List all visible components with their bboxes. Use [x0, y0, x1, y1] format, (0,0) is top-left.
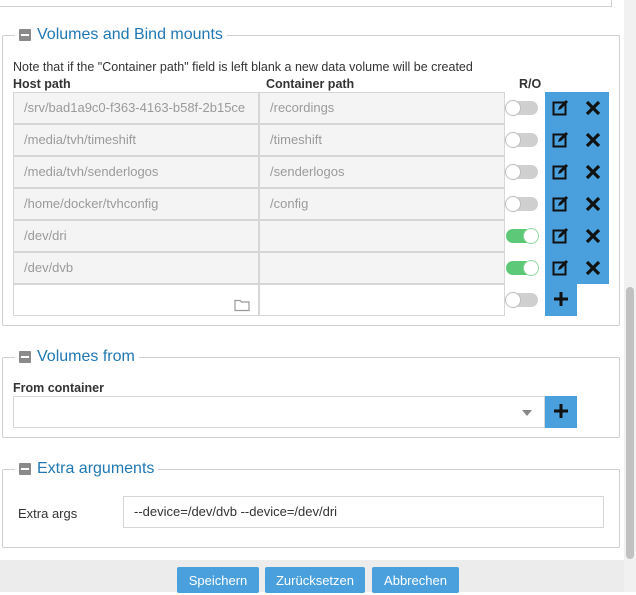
host-path-field[interactable]: /dev/dvb [13, 252, 259, 284]
host-path-field[interactable]: /home/docker/tvhconfig [13, 188, 259, 220]
edit-volume-button[interactable] [545, 220, 577, 252]
ro-toggle[interactable] [505, 164, 538, 180]
scrollbar[interactable] [624, 0, 636, 592]
reset-button[interactable]: Zurücksetzen [265, 567, 365, 593]
delete-volume-button[interactable] [577, 92, 609, 124]
ro-header: R/O [519, 77, 542, 91]
volumes-from-legend[interactable]: Volumes from [15, 348, 139, 366]
collapse-icon[interactable] [19, 463, 31, 475]
close-icon [585, 132, 601, 148]
ro-toggle[interactable] [505, 196, 538, 212]
volumes-from-title: Volumes from [37, 348, 135, 365]
save-button[interactable]: Speichern [177, 567, 259, 593]
host-path-field[interactable]: /media/tvh/timeshift [13, 124, 259, 156]
container-path-field[interactable]: /config [259, 188, 505, 220]
close-icon [585, 164, 601, 180]
ro-toggle[interactable] [505, 132, 538, 148]
close-icon [585, 100, 601, 116]
plus-icon [553, 403, 569, 422]
add-volumes-from-button[interactable] [545, 396, 577, 428]
edit-icon [552, 99, 570, 117]
extra-args-input[interactable]: --device=/dev/dvb --device=/dev/dri [123, 496, 604, 528]
edit-volume-button[interactable] [545, 252, 577, 284]
collapse-icon[interactable] [19, 351, 31, 363]
edit-icon [552, 227, 570, 245]
plus-icon [553, 291, 569, 310]
previous-section-edge [0, 0, 612, 7]
delete-volume-button[interactable] [577, 252, 609, 284]
container-path-header: Container path [266, 77, 355, 91]
container-path-field[interactable]: /recordings [259, 92, 505, 124]
edit-volume-button[interactable] [545, 188, 577, 220]
cancel-button[interactable]: Abbrechen [372, 567, 459, 593]
delete-volume-button[interactable] [577, 188, 609, 220]
container-path-field[interactable] [259, 220, 505, 252]
ro-toggle[interactable] [506, 260, 539, 276]
close-icon [585, 228, 601, 244]
new-container-path-input[interactable] [259, 284, 505, 316]
edit-volume-button[interactable] [545, 124, 577, 156]
new-ro-toggle[interactable] [505, 292, 538, 308]
delete-volume-button[interactable] [577, 124, 609, 156]
ro-toggle[interactable] [505, 100, 538, 116]
edit-icon [552, 163, 570, 181]
edit-volume-button[interactable] [545, 156, 577, 188]
delete-volume-button[interactable] [577, 220, 609, 252]
host-path-field[interactable]: /dev/dri [13, 220, 259, 252]
container-path-field[interactable]: /timeshift [259, 124, 505, 156]
chevron-down-icon [522, 410, 532, 416]
scrollbar-thumb[interactable] [626, 287, 634, 559]
extra-arguments-title: Extra arguments [37, 460, 155, 477]
host-path-field[interactable]: /media/tvh/senderlogos [13, 156, 259, 188]
extra-arguments-legend[interactable]: Extra arguments [15, 460, 158, 478]
host-path-header: Host path [13, 77, 71, 91]
folder-icon[interactable] [234, 293, 250, 315]
volumes-legend[interactable]: Volumes and Bind mounts [15, 26, 227, 44]
host-path-field[interactable]: /srv/bad1a9c0-f363-4163-b58f-2b15ce [13, 92, 259, 124]
footer-bar: Speichern Zurücksetzen Abbrechen [0, 560, 624, 593]
edit-icon [552, 259, 570, 277]
from-container-label: From container [13, 381, 104, 395]
add-volume-button[interactable] [545, 284, 577, 316]
delete-volume-button[interactable] [577, 156, 609, 188]
collapse-icon[interactable] [19, 29, 31, 41]
edit-volume-button[interactable] [545, 92, 577, 124]
close-icon [585, 196, 601, 212]
edit-icon [552, 195, 570, 213]
close-icon [585, 260, 601, 276]
container-path-field[interactable]: /senderlogos [259, 156, 505, 188]
new-host-path-input[interactable] [13, 284, 259, 316]
container-path-field[interactable] [259, 252, 505, 284]
volumes-title: Volumes and Bind mounts [37, 26, 223, 43]
from-container-select[interactable] [13, 396, 545, 428]
ro-toggle[interactable] [506, 228, 539, 244]
edit-icon [552, 131, 570, 149]
volumes-note: Note that if the "Container path" field … [13, 60, 473, 74]
extra-args-label: Extra args [18, 506, 78, 521]
